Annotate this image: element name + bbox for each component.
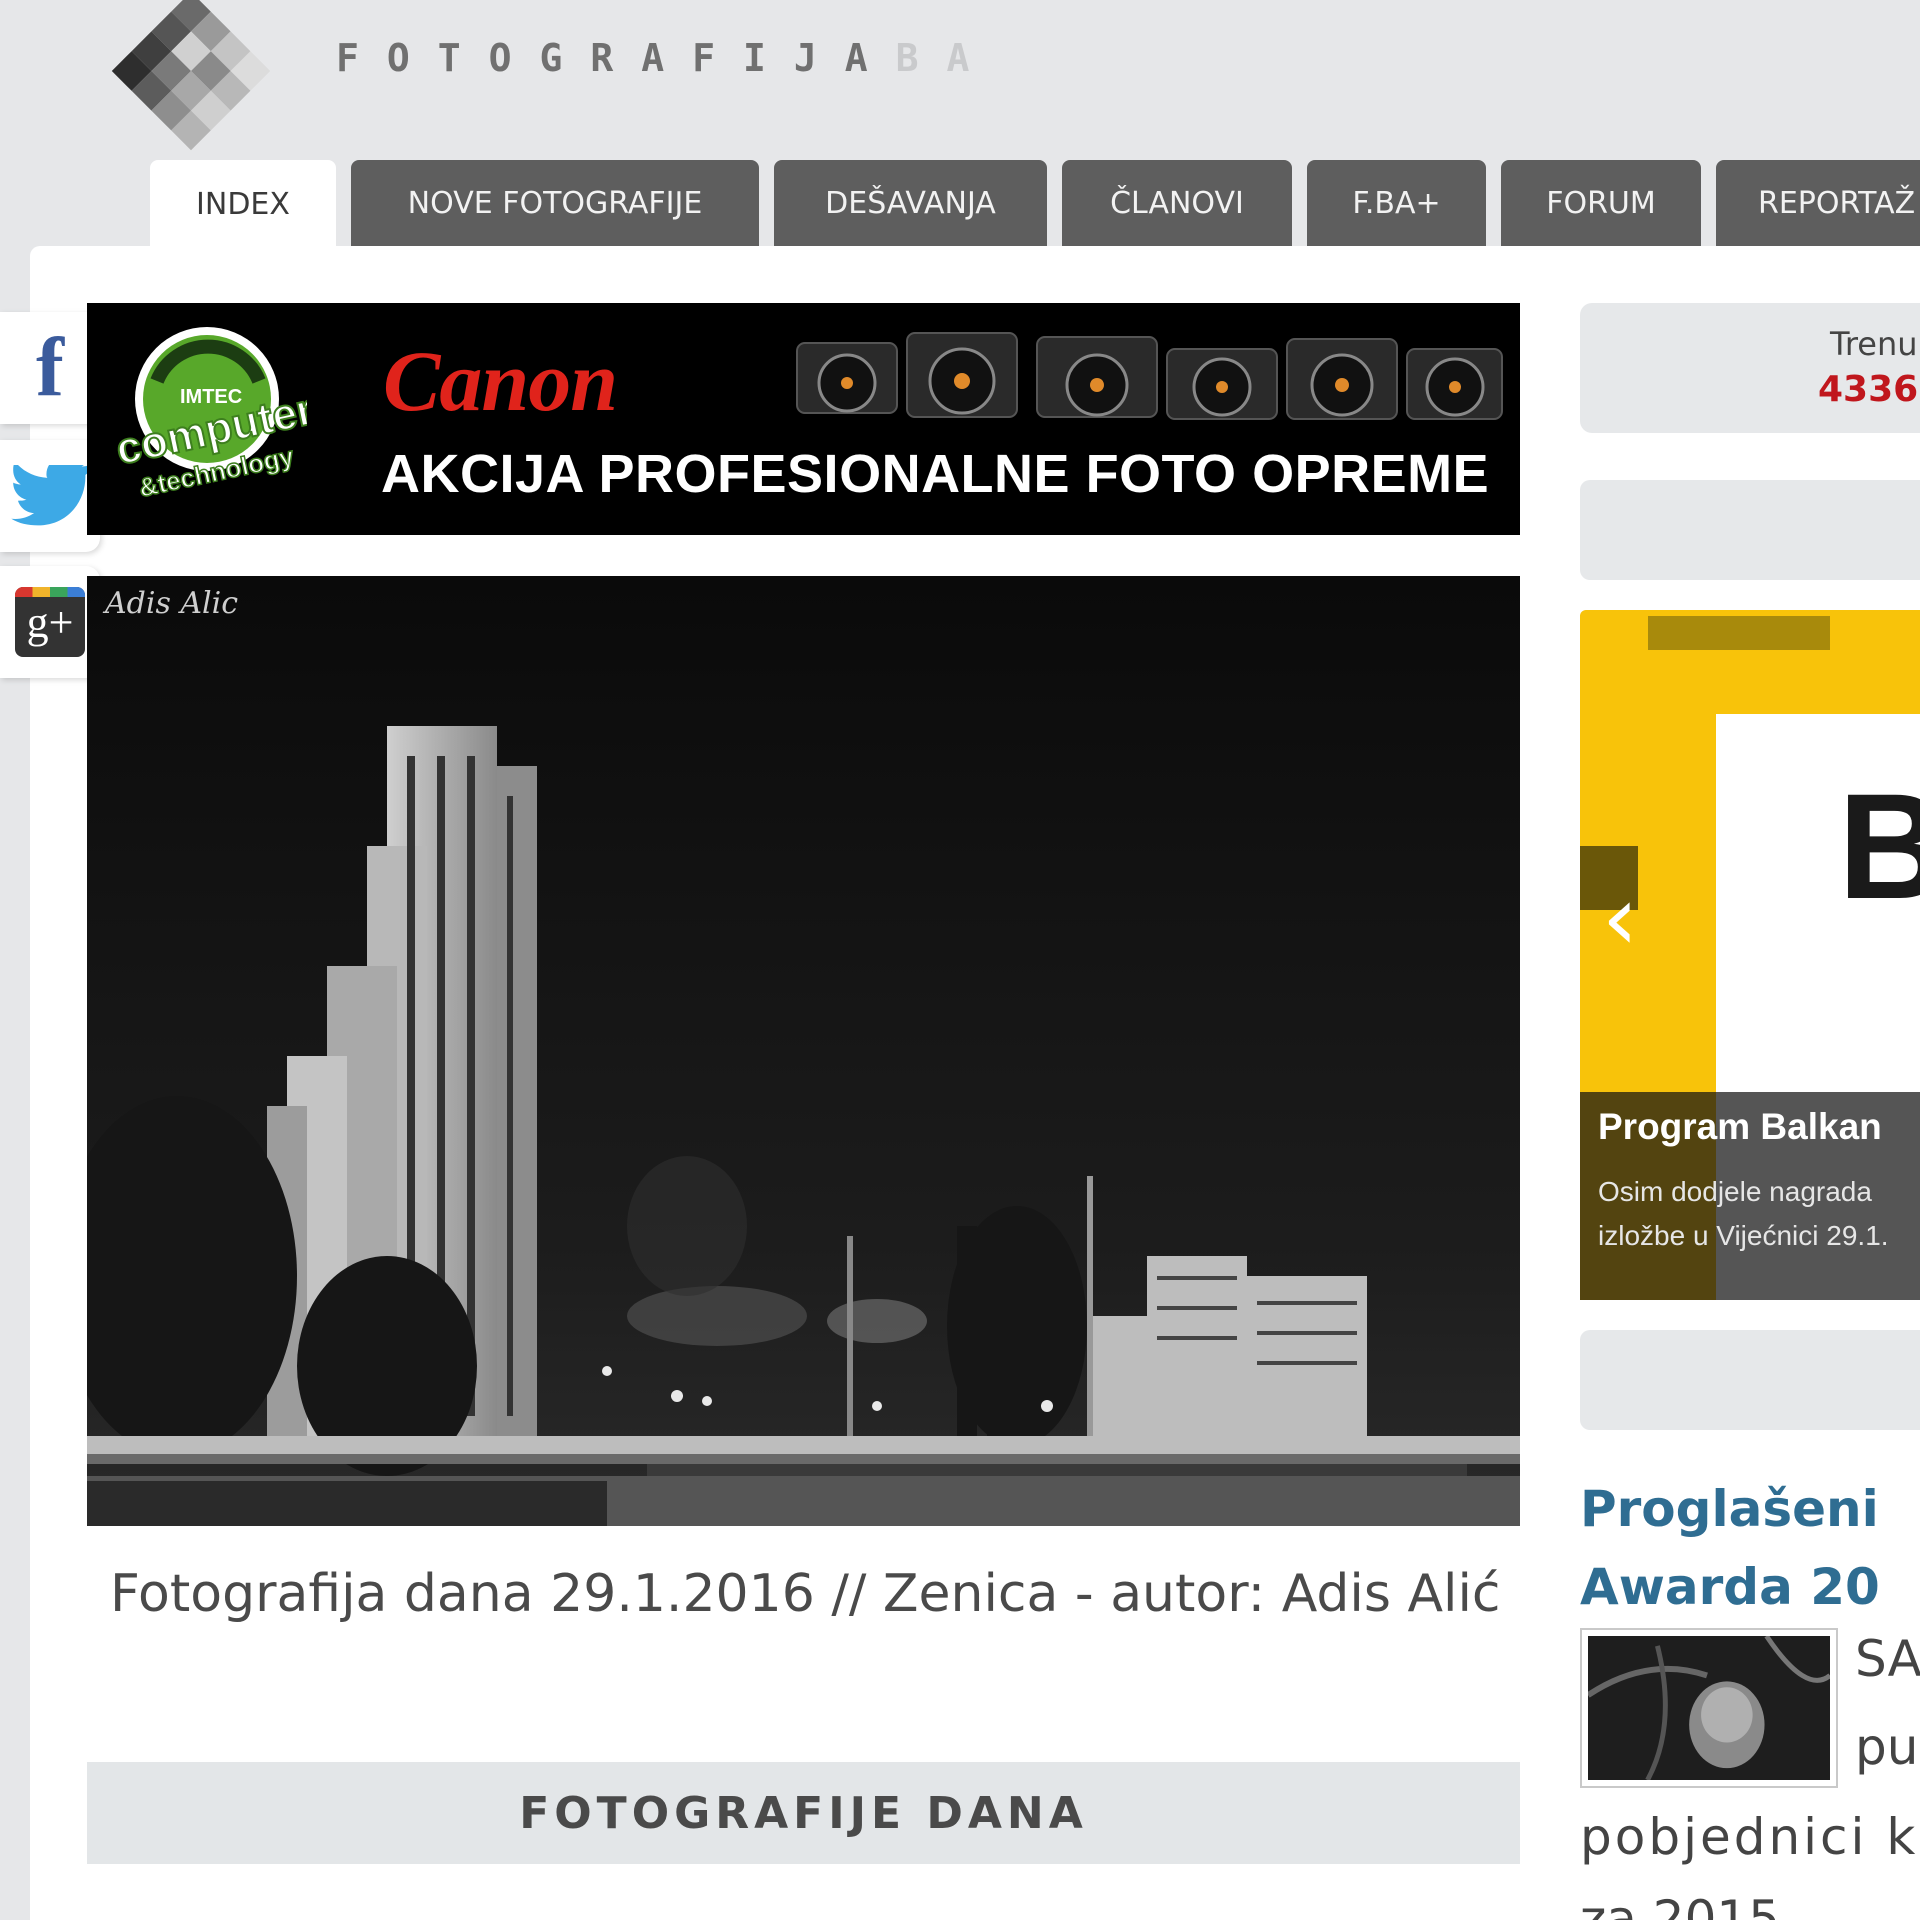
tab-nove-fotografije[interactable]: NOVE FOTOGRAFIJE [351, 160, 759, 246]
slider-desc-line-1: Osim dodjele nagrada [1598, 1176, 1872, 1207]
tab-label: FORUM [1546, 185, 1656, 221]
google-plus-share-button[interactable]: g+ [0, 566, 100, 678]
camera-lineup-image [796, 332, 1503, 420]
site-logo[interactable] [86, 0, 296, 162]
news-headline-line-2: Awarda 20 [1580, 1558, 1880, 1616]
google-plus-icon: g+ [15, 587, 85, 657]
slider-decor-bar [1648, 616, 1830, 650]
news-headline[interactable]: Proglašeni Awarda 20 [1580, 1470, 1920, 1626]
wordmark-main: FOTOGRAFIJA [336, 36, 896, 80]
tab-label: INDEX [196, 186, 290, 222]
zenica-night-photo [87, 576, 1520, 1526]
news-excerpt-line-2: za 2015 [1580, 1890, 1781, 1920]
online-users-box: Trenu 4336 [1580, 303, 1920, 433]
canon-logo: Canon [383, 333, 618, 429]
tab-reportaze[interactable]: REPORTAŽ [1716, 160, 1920, 246]
news-excerpt-line-1: pobjednici k [1580, 1808, 1919, 1866]
tab-label: REPORTAŽ [1758, 185, 1916, 221]
news-thumbnail-image [1588, 1636, 1830, 1780]
news-headline-line-1: Proglašeni [1580, 1480, 1879, 1538]
sidebar-section-box [1580, 1330, 1920, 1430]
news-excerpt-side-1: SA [1855, 1630, 1920, 1688]
photo-caption[interactable]: Fotografija dana 29.1.2016 // Zenica - a… [110, 1550, 1510, 1638]
slider-description: Osim dodjele nagrada izložbe u Vijećnici… [1598, 1170, 1920, 1258]
news-thumbnail[interactable] [1580, 1628, 1838, 1788]
wordmark-suffix: BA [895, 36, 998, 80]
banner-slogan: AKCIJA PROFESIONALNE FOTO OPREME [381, 444, 1490, 504]
twitter-icon [11, 465, 91, 526]
slider-desc-line-2: izložbe u Vijećnici 29.1. [1598, 1220, 1889, 1251]
site-wordmark[interactable]: FOTOGRAFIJABA [336, 36, 997, 80]
facebook-share-button[interactable]: f [0, 312, 100, 424]
tab-forum[interactable]: FORUM [1501, 160, 1701, 246]
photo-of-the-day[interactable]: Adis Alic [87, 576, 1520, 1526]
photo-watermark: Adis Alic [105, 586, 239, 621]
tab-fba-plus[interactable]: F.BA+ [1307, 160, 1486, 246]
slider-poster-letter: BA [1838, 762, 1920, 930]
sidebar-header-box [1580, 480, 1920, 580]
tab-label: DEŠAVANJA [825, 185, 996, 221]
section-title-fotografije-dana: FOTOGRAFIJE DANA [87, 1762, 1520, 1864]
news-excerpt-side-2: pu [1855, 1718, 1919, 1776]
google-plus-glyph: g+ [26, 597, 74, 647]
chevron-left-icon[interactable]: ‹ [1602, 874, 1638, 964]
tab-label: NOVE FOTOGRAFIJE [407, 185, 703, 221]
tab-label: ČLANOVI [1110, 185, 1244, 221]
online-users-label: Trenu [1830, 325, 1918, 363]
tab-label: F.BA+ [1352, 185, 1441, 221]
twitter-share-button[interactable] [0, 440, 100, 552]
imtec-badge: IMTEC computer &technology [117, 327, 307, 504]
tab-desavanja[interactable]: DEŠAVANJA [774, 160, 1047, 246]
canon-banner-ad[interactable]: IMTEC computer &technology Canon AKCIJA … [87, 303, 1520, 535]
tab-index[interactable]: INDEX [150, 160, 336, 248]
featured-slider[interactable]: BA ‹ Program Balkan Osim dodjele nagrada… [1580, 610, 1920, 1300]
slider-title[interactable]: Program Balkan [1598, 1106, 1882, 1148]
main-nav: INDEX NOVE FOTOGRAFIJE DEŠAVANJA ČLANOVI… [150, 160, 1920, 248]
facebook-icon: f [36, 321, 64, 414]
tab-clanovi[interactable]: ČLANOVI [1062, 160, 1292, 246]
online-users-count: 4336 [1818, 369, 1919, 410]
